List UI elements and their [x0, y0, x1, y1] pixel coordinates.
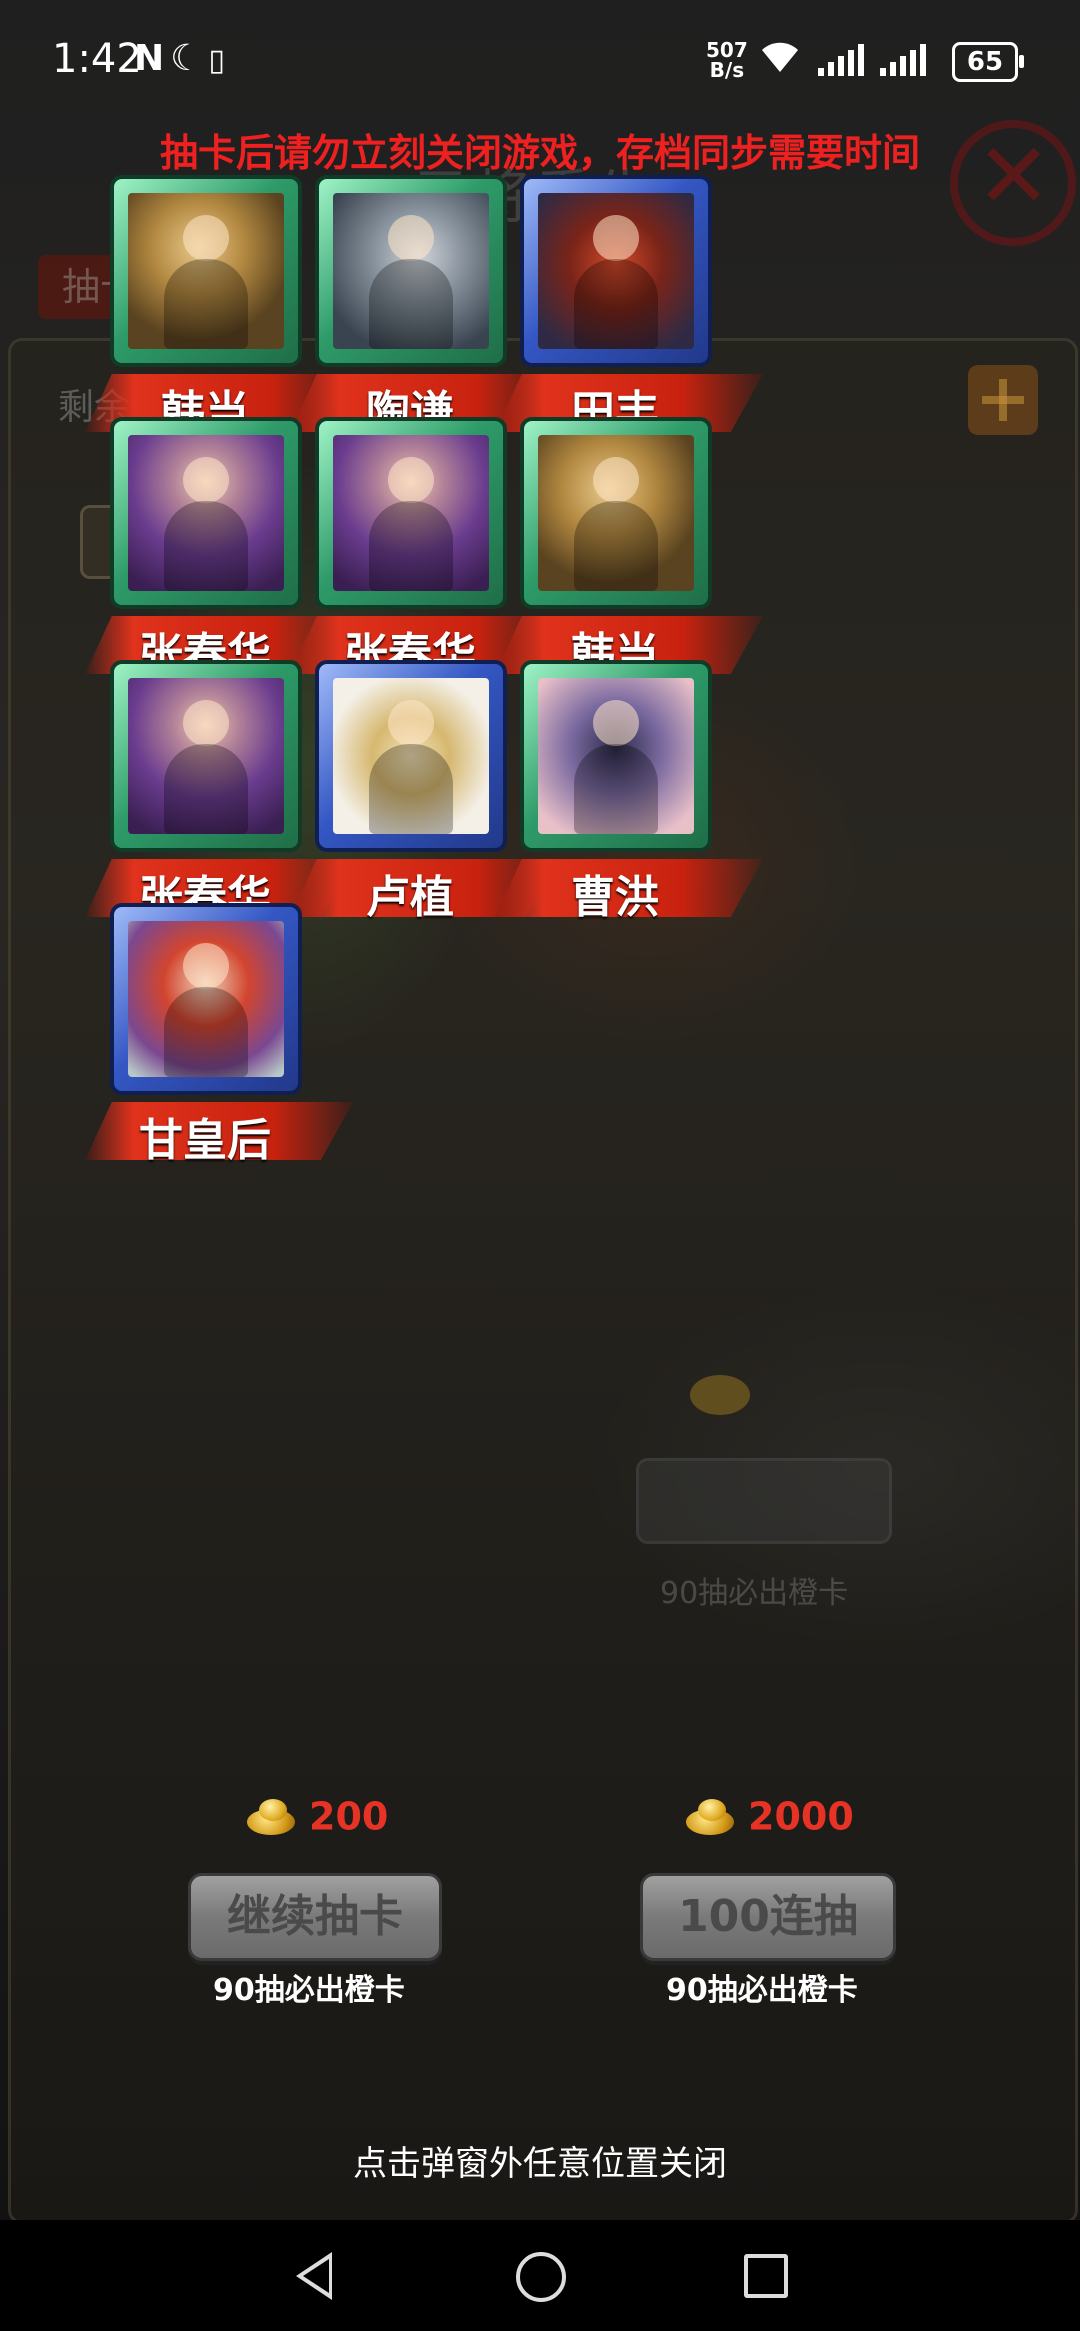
- hero-name: 甘皇后: [139, 1115, 271, 1166]
- portrait-head: [388, 457, 434, 503]
- battery-icon: 65: [952, 42, 1024, 82]
- gold-ingot-icon: [682, 1795, 738, 1839]
- portrait-head: [183, 457, 229, 503]
- hundred-cost-value: 2000: [748, 1794, 854, 1839]
- continue-cost-value: 200: [309, 1794, 389, 1839]
- portrait-body: [164, 987, 248, 1077]
- navigation-bar: [0, 2220, 1080, 2331]
- portrait-head: [183, 700, 229, 746]
- portrait-head: [593, 457, 639, 503]
- recents-icon[interactable]: [744, 2254, 788, 2298]
- hundred-draw-button[interactable]: 100连抽: [640, 1873, 896, 1961]
- continue-draw-button[interactable]: 继续抽卡: [188, 1873, 442, 1961]
- portrait-body: [369, 744, 453, 834]
- portrait-head: [388, 700, 434, 746]
- home-icon[interactable]: [516, 2252, 566, 2302]
- portrait-body: [369, 259, 453, 349]
- portrait-body: [574, 259, 658, 349]
- signal-icon-1: [818, 44, 868, 76]
- continue-cost: 200: [243, 1792, 388, 1852]
- portrait-head: [183, 215, 229, 261]
- portrait-head: [183, 943, 229, 989]
- hero-name: 曹洪: [571, 872, 659, 923]
- hero-portrait: [538, 435, 694, 591]
- sync-warning: 抽卡后请勿立刻关闭游戏，存档同步需要时间: [159, 131, 920, 175]
- portrait-body: [369, 501, 453, 591]
- vibrate-icon: ▯: [208, 43, 231, 78]
- nfc-moon-icons: N☾▯: [134, 38, 231, 79]
- status-bar: 1:42 N☾▯ 507 B/s 65: [0, 0, 1080, 120]
- portrait-body: [574, 744, 658, 834]
- net-speed-unit: B/s: [709, 58, 745, 82]
- wifi-icon: [758, 38, 802, 83]
- gold-ingot-icon: [243, 1795, 299, 1839]
- portrait-body: [164, 744, 248, 834]
- card-frame-green: [520, 417, 712, 609]
- signal-icon-2: [880, 44, 930, 76]
- status-time: 1:42: [52, 36, 142, 82]
- hundred-note: 90抽必出橙卡: [666, 1973, 858, 2008]
- card-result[interactable]: 甘皇后: [55, 903, 355, 1203]
- portrait-head: [593, 700, 639, 746]
- card-result[interactable]: 曹洪: [465, 660, 765, 960]
- background-gold-icon: [690, 1375, 750, 1415]
- moon-icon: ☾: [170, 38, 209, 79]
- card-frame-blue: [110, 903, 302, 1095]
- continue-note: 90抽必出橙卡: [213, 1973, 405, 2008]
- card-frame-blue: [520, 175, 712, 367]
- name-banner: 甘皇后: [55, 1096, 355, 1166]
- background-ten-draw-button: [636, 1458, 892, 1544]
- hero-portrait: [128, 921, 284, 1077]
- nfc-icon: N: [134, 38, 171, 79]
- background-plus-icon: [968, 365, 1038, 435]
- portrait-head: [593, 215, 639, 261]
- portrait-body: [164, 501, 248, 591]
- name-banner: 曹洪: [465, 853, 765, 923]
- portrait-body: [574, 501, 658, 591]
- hero-portrait: [538, 193, 694, 349]
- hero-portrait: [538, 678, 694, 834]
- background-note: 90抽必出橙卡: [660, 1576, 849, 1611]
- portrait-body: [164, 259, 248, 349]
- back-icon[interactable]: [296, 2252, 332, 2300]
- net-speed: 507 B/s: [706, 40, 748, 80]
- card-frame-green: [520, 660, 712, 852]
- portrait-head: [388, 215, 434, 261]
- hundred-cost: 2000: [682, 1792, 854, 1852]
- close-hint: 点击弹窗外任意位置关闭: [353, 2144, 727, 2184]
- net-speed-value: 507: [706, 38, 748, 62]
